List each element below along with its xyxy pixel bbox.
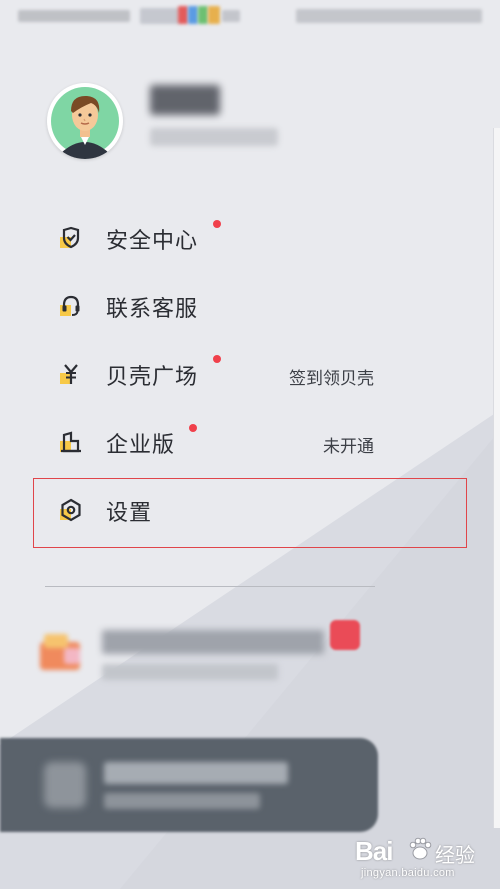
headset-icon	[60, 295, 80, 316]
enterprise-icon	[60, 431, 81, 453]
profile-name[interactable]	[150, 85, 220, 115]
menu-item-security-center[interactable]: 安全中心	[44, 210, 464, 266]
menu-item-contact-service[interactable]: 联系客服	[44, 278, 464, 334]
avatar[interactable]	[47, 83, 123, 159]
gift-icon	[40, 634, 80, 670]
menu-label: 联系客服	[106, 296, 199, 321]
bottom-bar-title	[104, 762, 288, 784]
notification-dot	[213, 220, 221, 228]
drawer-edge	[493, 128, 500, 828]
divider	[45, 586, 375, 587]
yen-icon	[60, 364, 78, 384]
watermark-brand: Bai	[355, 836, 393, 866]
watermark-suffix: 经验	[435, 845, 475, 867]
avatar-illustration	[51, 87, 119, 159]
notification-dot	[189, 424, 197, 432]
menu-item-shell-square[interactable]: 贝壳广场 签到领贝壳	[44, 346, 464, 402]
menu-item-settings[interactable]: 设置	[44, 482, 464, 538]
menu-item-enterprise[interactable]: 企业版 未开通	[44, 414, 464, 470]
bottom-bar-subtitle	[104, 793, 260, 809]
profile-subtitle	[150, 128, 278, 146]
settings-icon	[60, 498, 81, 522]
menu-label: 设置	[106, 500, 153, 525]
menu-label: 企业版	[106, 432, 176, 457]
baidu-jingyan-watermark: Bai 经验 jingyan.baidu.com	[355, 834, 495, 882]
checkin-hint: 签到领贝壳	[289, 369, 374, 388]
promo-banner[interactable]	[34, 618, 374, 690]
enterprise-status: 未开通	[323, 437, 374, 456]
promo-badge	[330, 620, 360, 650]
notification-dot	[213, 355, 221, 363]
shield-icon	[60, 226, 80, 249]
menu-label: 贝壳广场	[106, 364, 199, 389]
paw-icon	[409, 837, 432, 860]
watermark-url: jingyan.baidu.com	[361, 867, 455, 879]
menu-label: 安全中心	[106, 228, 199, 253]
status-bar	[0, 0, 500, 32]
bottom-bar-icon	[44, 762, 86, 808]
